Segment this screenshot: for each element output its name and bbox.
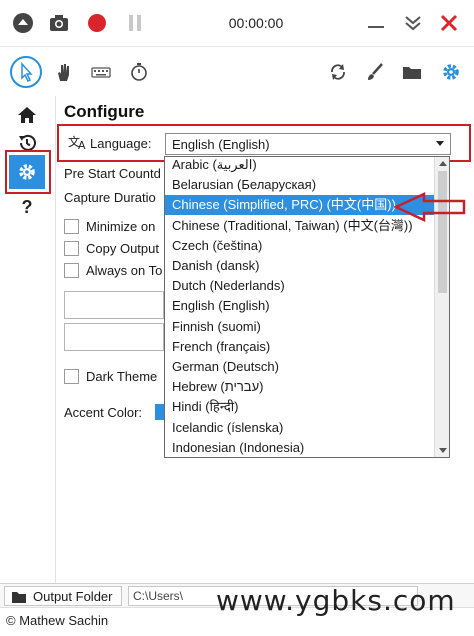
folder-icon[interactable] <box>401 61 423 83</box>
home-icon[interactable] <box>14 102 40 128</box>
help-glyph: ? <box>21 196 33 217</box>
dark-theme-label: Dark Theme <box>86 369 158 384</box>
text-field-2[interactable] <box>64 323 164 351</box>
folder-icon <box>12 592 26 603</box>
dropdown-option[interactable]: Arabic (العربية) <box>165 157 435 175</box>
minimize-icon[interactable] <box>365 12 387 34</box>
dropdown-option[interactable]: Icelandic (íslenska) <box>165 418 435 438</box>
copyright-text: © Mathew Sachin <box>6 613 109 628</box>
copy-output-label: Copy Output <box>86 241 159 256</box>
dropdown-option[interactable]: Indonesian (Indonesia) <box>165 438 435 457</box>
page-title: Configure <box>64 102 145 121</box>
copy-output-checkbox[interactable] <box>64 241 79 256</box>
always-on-top-checkbox[interactable] <box>64 263 79 278</box>
settings-icon[interactable] <box>440 61 462 83</box>
pre-start-countdown-label: Pre Start Countd <box>64 166 161 181</box>
dropdown-option[interactable]: Dutch (Nederlands) <box>165 276 435 296</box>
language-select[interactable]: English (English) <box>165 133 451 155</box>
watermark: www.ygbks.com <box>216 584 456 617</box>
language-label: Language: <box>90 136 152 151</box>
minimize-label: Minimize on <box>86 219 156 234</box>
sidebar-item-settings[interactable] <box>9 155 45 189</box>
output-folder-label: Output Folder <box>33 589 113 604</box>
dropdown-option[interactable]: Hindi (हिन्दी) <box>165 397 435 417</box>
collapse-icon[interactable] <box>402 12 424 34</box>
always-on-top-label: Always on To <box>86 263 163 278</box>
dropdown-option[interactable]: French (français) <box>165 337 435 357</box>
close-icon[interactable] <box>438 12 460 34</box>
tools-toolbar <box>0 46 474 96</box>
dark-theme-checkbox[interactable] <box>64 369 79 384</box>
timer-icon[interactable] <box>128 61 150 83</box>
keyboard-icon[interactable] <box>90 61 112 83</box>
dropdown-option[interactable]: Hebrew (עברית) <box>165 377 435 397</box>
scrollbar-thumb[interactable] <box>438 171 447 293</box>
cursor-icon[interactable] <box>15 61 37 83</box>
dropdown-option[interactable]: Czech (čeština) <box>165 236 435 256</box>
minimize-checkbox[interactable] <box>64 219 79 234</box>
scroll-down-icon[interactable] <box>439 448 447 453</box>
output-folder-button[interactable]: Output Folder <box>4 586 122 606</box>
accent-color-label: Accent Color: <box>64 405 143 420</box>
capture-duration-label: Capture Duratio <box>64 190 156 205</box>
dropdown-option[interactable]: English (English) <box>165 296 435 316</box>
help-icon[interactable]: ? <box>14 194 40 220</box>
translate-icon: 文A <box>68 134 88 153</box>
svg-text:A: A <box>78 139 86 150</box>
record-dot-icon[interactable] <box>12 12 34 34</box>
dropdown-option[interactable]: German (Deutsch) <box>165 357 435 377</box>
chevron-down-icon <box>436 141 444 146</box>
scroll-up-icon[interactable] <box>439 161 447 166</box>
language-select-value: English (English) <box>172 137 270 152</box>
record-icon[interactable] <box>86 12 108 34</box>
text-field-1[interactable] <box>64 291 164 319</box>
timer-display: 00:00:00 <box>228 15 284 31</box>
settings-icon <box>19 164 35 180</box>
dropdown-option[interactable]: Finnish (suomi) <box>165 317 435 337</box>
top-toolbar: 00:00:00 <box>0 0 474 46</box>
screenshot-icon[interactable] <box>48 12 70 34</box>
pause-icon[interactable] <box>124 12 146 34</box>
hand-icon[interactable] <box>52 61 74 83</box>
dropdown-option[interactable]: Danish (dansk) <box>165 256 435 276</box>
red-arrow-annotation <box>394 192 466 222</box>
brush-icon[interactable] <box>364 61 386 83</box>
refresh-icon[interactable] <box>327 61 349 83</box>
